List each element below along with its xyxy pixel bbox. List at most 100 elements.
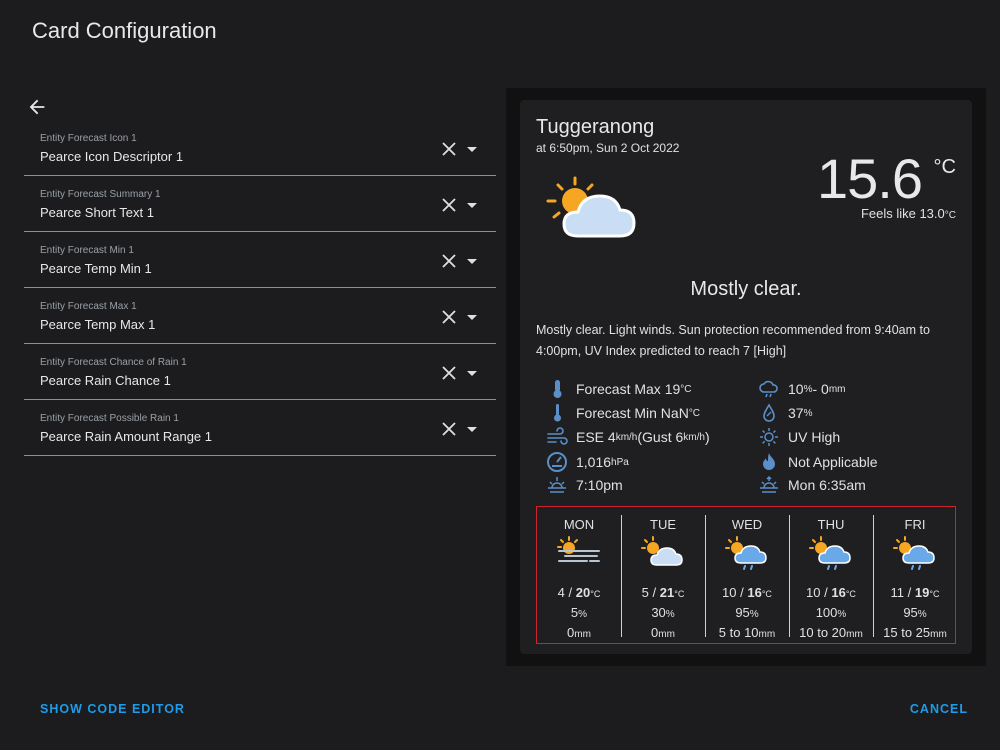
partly-cloudy-icon — [546, 176, 636, 238]
humidity-attr: 37% — [758, 402, 812, 424]
dropdown-arrow-icon[interactable] — [466, 370, 478, 378]
rain-amount: - 0 — [812, 381, 829, 397]
day-temp-unit: °C — [845, 589, 856, 599]
wind-icon — [547, 427, 568, 445]
haze-sun-icon — [557, 536, 600, 562]
wind-attr: ESE 4 km/h (Gust 6 km/h) — [546, 426, 710, 448]
entity-field-min[interactable]: Entity Forecast Min 1 Pearce Temp Min 1 — [24, 232, 496, 288]
entity-field-icon[interactable]: Entity Forecast Icon 1 Pearce Icon Descr… — [24, 120, 496, 176]
forecast-max-text: Forecast Max 19 — [576, 381, 681, 397]
forecast-day: FRI 11 / 19°C 95% 15 to 25mm — [873, 507, 957, 643]
rain-chance: 10 — [788, 381, 804, 397]
forecast-day: TUE 5 / 21°C 30% 0mm — [621, 507, 705, 643]
partly-cloudy-icon — [641, 536, 683, 566]
entity-field-max[interactable]: Entity Forecast Max 1 Pearce Temp Max 1 — [24, 288, 496, 344]
day-temp-unit: °C — [674, 589, 685, 599]
day-max: 20 — [575, 585, 591, 600]
clear-icon[interactable] — [442, 366, 456, 380]
entity-field-list: Entity Forecast Icon 1 Pearce Icon Descr… — [24, 120, 496, 456]
field-value[interactable]: Pearce Icon Descriptor 1 — [40, 149, 183, 164]
day-rain-value: 10 to 20 — [799, 625, 847, 640]
field-value[interactable]: Pearce Rain Amount Range 1 — [40, 429, 212, 444]
sunset-attr: 7:10pm — [546, 474, 623, 496]
day-rain-value: 15 to 25 — [883, 625, 931, 640]
feels-like-text: Feels like 13.0 — [860, 206, 945, 221]
sun-outline-icon — [760, 428, 778, 446]
forecast-max-unit: °C — [680, 383, 692, 395]
field-value[interactable]: Pearce Short Text 1 — [40, 205, 154, 220]
field-label: Entity Forecast Possible Rain 1 — [40, 413, 179, 424]
sunrise-time: Mon 6:35am — [788, 477, 866, 493]
day-chance-value: 100 — [815, 605, 838, 620]
entity-field-rain-amount[interactable]: Entity Forecast Possible Rain 1 Pearce R… — [24, 400, 496, 456]
day-min: 10 — [806, 585, 821, 600]
weather-card: Tuggeranong at 6:50pm, Sun 2 Oct 2022 15… — [520, 100, 972, 654]
clear-icon[interactable] — [442, 254, 456, 268]
day-temp-unit: °C — [590, 589, 601, 599]
thermometer-icon — [553, 380, 562, 398]
clear-icon[interactable] — [442, 198, 456, 212]
dropdown-arrow-icon[interactable] — [466, 314, 478, 322]
sunrise-icon — [760, 475, 778, 493]
field-label: Entity Forecast Chance of Rain 1 — [40, 357, 187, 368]
forecast-min-unit: °C — [688, 407, 701, 419]
fire-danger-attr: Not Applicable — [758, 451, 878, 473]
day-rain-value: 5 to 10 — [718, 625, 759, 640]
back-arrow-icon[interactable] — [26, 96, 48, 118]
pressure-value: 1,016 — [576, 454, 612, 470]
sun-cloud-rain-icon — [893, 536, 935, 570]
humidity-unit: % — [803, 407, 813, 419]
day-rain-unit: mm — [574, 629, 591, 640]
day-temps: 11 / 19°C — [890, 585, 940, 600]
dropdown-arrow-icon[interactable] — [466, 258, 478, 266]
day-temps: 10 / 16°C — [806, 585, 856, 600]
day-rain-unit: mm — [846, 629, 863, 640]
day-chance-unit: % — [665, 609, 675, 620]
clear-icon[interactable] — [442, 422, 456, 436]
day-rain-chance: 95% — [873, 605, 957, 620]
day-temps: 4 / 20°C — [557, 585, 601, 600]
day-rain-unit: mm — [658, 629, 675, 640]
day-chance-unit: % — [837, 609, 847, 620]
dialog-title: Card Configuration — [32, 18, 217, 43]
wind-unit: km/h — [615, 431, 638, 443]
entity-field-rain-chance[interactable]: Entity Forecast Chance of Rain 1 Pearce … — [24, 344, 496, 400]
gauge-icon — [547, 452, 567, 472]
field-value[interactable]: Pearce Temp Max 1 — [40, 317, 155, 332]
day-max: 21 — [659, 585, 675, 600]
day-rain-chance: 30% — [621, 605, 705, 620]
daily-forecast: MON 4 / 20°C 5% 0mm TUE 5 / 21°C 30% 0mm — [536, 506, 956, 644]
gust-text: (Gust 6 — [637, 429, 684, 445]
field-value[interactable]: Pearce Rain Chance 1 — [40, 373, 171, 388]
fire-icon — [763, 453, 775, 470]
rain-chance-unit: % — [803, 383, 813, 395]
dropdown-arrow-icon[interactable] — [466, 202, 478, 210]
field-label: Entity Forecast Icon 1 — [40, 133, 137, 144]
field-label: Entity Forecast Min 1 — [40, 245, 134, 256]
humidity-value: 37 — [788, 405, 804, 421]
cancel-button[interactable]: CANCEL — [910, 702, 968, 716]
clear-icon[interactable] — [442, 310, 456, 324]
day-name: TUE — [650, 517, 676, 532]
day-max: 19 — [914, 585, 930, 600]
rain-amount-unit: mm — [828, 383, 846, 395]
day-max: 16 — [831, 585, 846, 600]
day-temps: 5 / 21°C — [641, 585, 685, 600]
dropdown-arrow-icon[interactable] — [466, 426, 478, 434]
day-chance-unit: % — [749, 609, 759, 620]
clear-icon[interactable] — [442, 142, 456, 156]
gust-close: ) — [704, 429, 710, 445]
dropdown-arrow-icon[interactable] — [466, 146, 478, 154]
day-rain-unit: mm — [758, 629, 776, 640]
sun-cloud-rain-icon — [809, 536, 851, 570]
rain-cloud-icon — [759, 380, 778, 398]
field-value[interactable]: Pearce Temp Min 1 — [40, 261, 152, 276]
entity-field-summary[interactable]: Entity Forecast Summary 1 Pearce Short T… — [24, 176, 496, 232]
day-min: 11 — [890, 585, 905, 600]
day-rain-amount: 10 to 20mm — [789, 625, 873, 640]
current-condition: Mostly clear. — [690, 278, 802, 300]
thermometer-icon — [554, 404, 561, 422]
temperature-unit: °C — [933, 156, 956, 178]
show-code-editor-button[interactable]: SHOW CODE EDITOR — [40, 702, 185, 716]
day-min: 5 — [641, 585, 649, 600]
